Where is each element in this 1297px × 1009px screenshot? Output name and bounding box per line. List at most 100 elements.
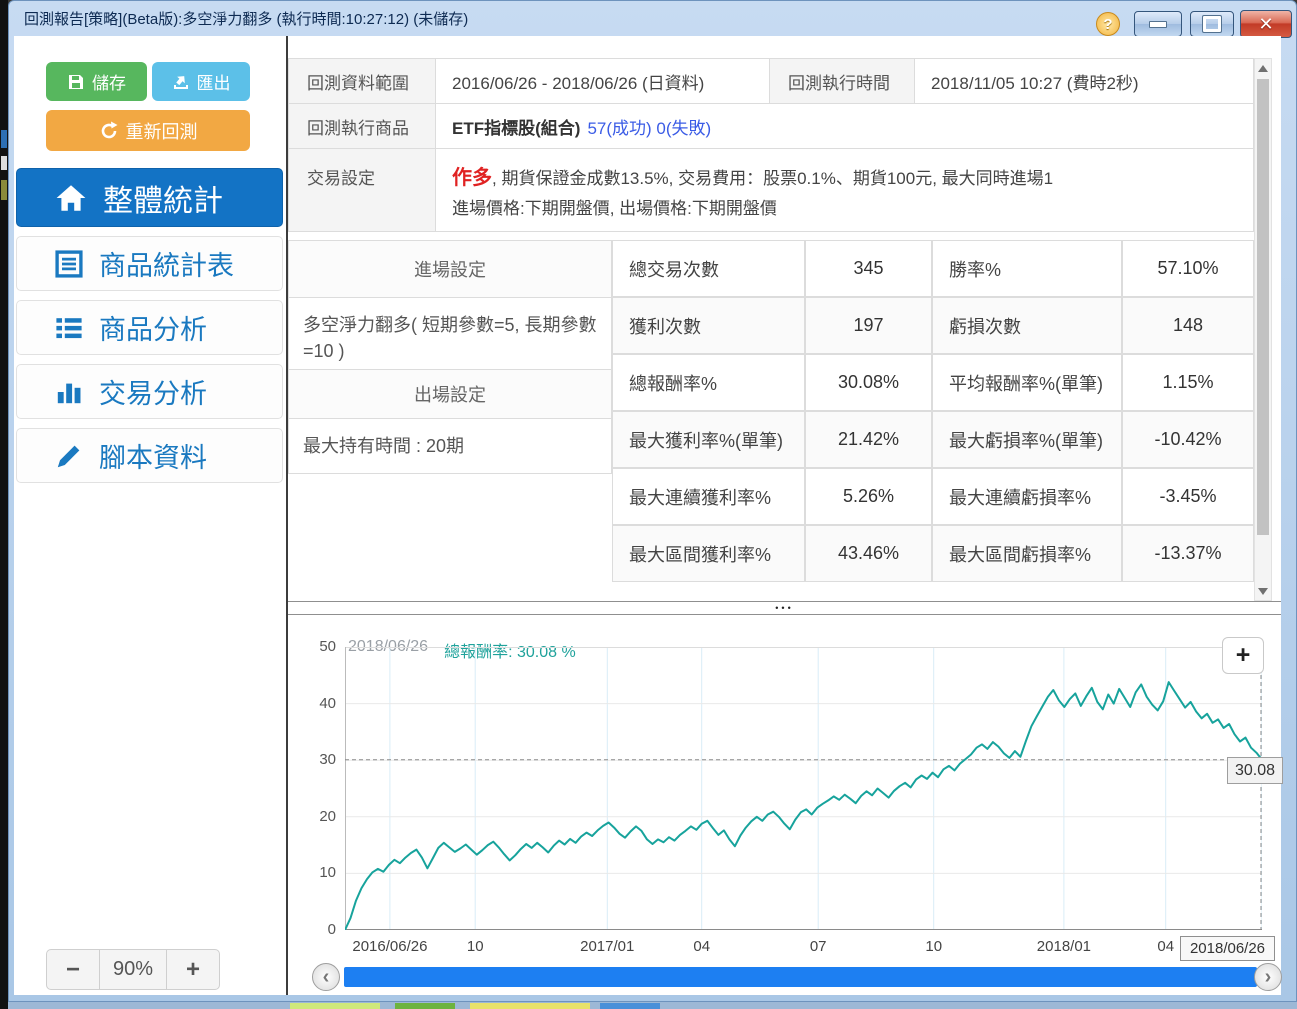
zoom-in-button[interactable]: + bbox=[166, 949, 220, 990]
stat-value: 148 bbox=[1122, 297, 1254, 354]
chart-zoom-in-button[interactable]: + bbox=[1222, 637, 1264, 674]
window-content: 儲存 匯出 重新回測 整體統計 商品統計表 商品分析 交易分析 腳本資料 − 9… bbox=[14, 36, 1283, 995]
close-icon: ✕ bbox=[1258, 14, 1274, 34]
info-label: 交易設定 bbox=[288, 148, 436, 232]
rerun-label: 重新回測 bbox=[125, 121, 198, 142]
y-tick-label: 0 bbox=[327, 921, 336, 938]
plot-area[interactable] bbox=[344, 647, 1263, 931]
stat-label: 勝率% bbox=[932, 240, 1122, 297]
direction-flag: 作多 bbox=[452, 167, 492, 189]
stat-value: 30.08% bbox=[805, 354, 932, 411]
stat-value: -10.42% bbox=[1122, 411, 1254, 468]
sidebar-item-script-data[interactable]: 腳本資料 bbox=[16, 428, 283, 483]
stat-value: 1.15% bbox=[1122, 354, 1254, 411]
sidebar-item-label: 商品統計表 bbox=[99, 251, 234, 281]
info-value-date-range: 2016/06/26 - 2018/06/26 (日資料) bbox=[435, 58, 770, 104]
info-label: 回測資料範圍 bbox=[288, 58, 436, 104]
maximize-button[interactable] bbox=[1190, 11, 1234, 37]
scroll-left-button[interactable]: ‹ bbox=[312, 963, 340, 991]
stat-value: 345 bbox=[805, 240, 932, 297]
save-label: 儲存 bbox=[92, 74, 126, 93]
y-tick-label: 30 bbox=[319, 751, 336, 769]
y-tick-label: 50 bbox=[319, 638, 336, 655]
sidebar-item-label: 腳本資料 bbox=[99, 443, 207, 473]
minimize-button[interactable] bbox=[1134, 11, 1182, 37]
export-label: 匯出 bbox=[196, 74, 231, 93]
sidebar-item-product-analysis[interactable]: 商品分析 bbox=[16, 300, 283, 355]
rerun-backtest-button[interactable]: 重新回測 bbox=[46, 110, 250, 151]
close-button[interactable]: ✕ bbox=[1240, 10, 1292, 38]
table-list-icon bbox=[55, 249, 83, 278]
zoom-controls: − 90% + bbox=[46, 949, 220, 990]
scroll-up-arrow[interactable] bbox=[1255, 59, 1271, 77]
save-button[interactable]: 儲存 bbox=[46, 62, 147, 101]
scroll-down-arrow[interactable] bbox=[1255, 582, 1271, 600]
end-date-tooltip: 2018/06/26 bbox=[1180, 936, 1275, 961]
stat-value: 57.10% bbox=[1122, 240, 1254, 297]
background-artifact bbox=[470, 1003, 590, 1009]
product-name: ETF指標股(組合) bbox=[452, 118, 581, 138]
scrollbar-thumb[interactable] bbox=[1257, 79, 1269, 535]
entry-settings-header: 進場設定 bbox=[288, 240, 612, 298]
report-main: 回測資料範圍 2016/06/26 - 2018/06/26 (日資料) 回測執… bbox=[288, 36, 1283, 995]
sidebar-item-trade-analysis[interactable]: 交易分析 bbox=[16, 364, 283, 419]
stat-label: 最大連續虧損率% bbox=[932, 468, 1122, 525]
product-result-link[interactable]: 57(成功) 0(失敗) bbox=[587, 114, 711, 139]
pane-splitter[interactable]: ••• bbox=[288, 601, 1281, 615]
trade-settings-text: , 期貨保證金成數13.5%, 交易費用：股票0.1%、期貨100元, 最大同時… bbox=[492, 169, 1054, 188]
splitter-handle-dots: ••• bbox=[775, 603, 794, 613]
bar-chart-icon bbox=[57, 383, 81, 403]
stat-label: 平均報酬率%(單筆) bbox=[932, 354, 1122, 411]
zoom-out-button[interactable]: − bbox=[46, 949, 100, 990]
equity-curve bbox=[344, 647, 1263, 931]
vertical-scrollbar[interactable] bbox=[1254, 58, 1272, 601]
help-button[interactable]: ? bbox=[1096, 12, 1120, 36]
zoom-level: 90% bbox=[100, 949, 166, 990]
pencil-icon bbox=[57, 445, 80, 467]
stat-label: 最大虧損率%(單筆) bbox=[932, 411, 1122, 468]
info-value-products: ETF指標股(組合) 57(成功) 0(失敗) bbox=[435, 103, 1254, 149]
window-title: 回測報告[策略](Beta版):多空淨力翻多 (執行時間:10:27:12) (… bbox=[24, 11, 469, 28]
save-icon bbox=[69, 74, 83, 89]
background-artifact bbox=[0, 0, 8, 1009]
exit-settings-header: 出場設定 bbox=[288, 369, 612, 419]
export-icon bbox=[173, 75, 188, 89]
stat-label: 最大獲利率%(單筆) bbox=[612, 411, 805, 468]
x-tick-label: 04 bbox=[693, 938, 711, 955]
stat-value: -3.45% bbox=[1122, 468, 1254, 525]
stat-label: 總交易次數 bbox=[612, 240, 805, 297]
stat-value: 43.46% bbox=[805, 525, 932, 582]
exit-settings-text: 最大持有時間 : 20期 bbox=[288, 418, 612, 474]
background-artifact bbox=[290, 1003, 380, 1009]
stat-label: 最大連續獲利率% bbox=[612, 468, 805, 525]
sidebar-item-product-stats-table[interactable]: 商品統計表 bbox=[16, 236, 283, 291]
scroll-right-button[interactable]: › bbox=[1254, 963, 1282, 991]
stat-value: 5.26% bbox=[805, 468, 932, 525]
minimize-icon bbox=[1149, 20, 1167, 28]
stat-label: 最大區間虧損率% bbox=[932, 525, 1122, 582]
x-tick-label: 2018/01 bbox=[1036, 938, 1092, 955]
y-tick-label: 20 bbox=[319, 807, 336, 825]
sidebar-item-overall-stats[interactable]: 整體統計 bbox=[16, 168, 283, 227]
x-tick-label: 10 bbox=[466, 938, 484, 955]
background-artifact bbox=[1, 180, 7, 200]
maximize-icon bbox=[1202, 15, 1222, 33]
help-icon: ? bbox=[1103, 15, 1113, 33]
sidebar-item-label: 交易分析 bbox=[99, 379, 207, 409]
background-artifact bbox=[1, 156, 7, 170]
export-button[interactable]: 匯出 bbox=[152, 62, 250, 101]
info-value-trade-settings: 作多, 期貨保證金成數13.5%, 交易費用：股票0.1%、期貨100元, 最大… bbox=[435, 148, 1254, 232]
entry-settings-text: 多空淨力翻多( 短期參數=5, 長期參數=10 ) bbox=[288, 297, 612, 370]
stat-label: 總報酬率% bbox=[612, 354, 805, 411]
return-chart: 2018/06/26 總報酬率: 30.08 % 0 10 20 30 40 50 201… bbox=[288, 616, 1283, 995]
title-bar[interactable]: 回測報告[策略](Beta版):多空淨力翻多 (執行時間:10:27:12) (… bbox=[8, 0, 1297, 38]
info-label: 回測執行時間 bbox=[769, 58, 915, 104]
x-tick-label: 10 bbox=[925, 938, 943, 955]
refresh-icon bbox=[101, 121, 117, 138]
background-artifact bbox=[395, 1003, 455, 1009]
info-value-exec-time: 2018/11/05 10:27 (費時2秒) bbox=[914, 58, 1254, 104]
home-icon bbox=[56, 184, 86, 211]
horizontal-scrollbar[interactable] bbox=[344, 967, 1257, 987]
stat-value: 21.42% bbox=[805, 411, 932, 468]
stat-value: 197 bbox=[805, 297, 932, 354]
